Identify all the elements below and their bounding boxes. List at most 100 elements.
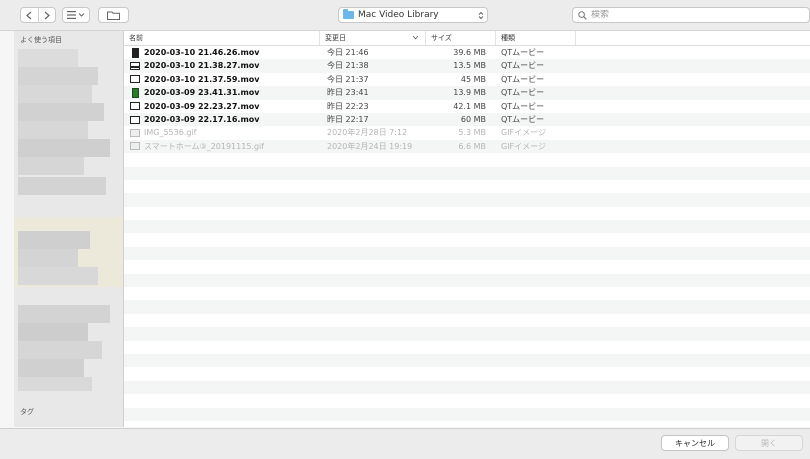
empty-row xyxy=(124,246,810,261)
movie-file-icon xyxy=(130,115,140,124)
empty-row xyxy=(124,180,810,193)
sidebar-item-redacted[interactable] xyxy=(18,305,110,323)
file-row[interactable]: 2020-03-09 23.41.31.mov 昨日 23:41 13.9 MB QT… xyxy=(124,86,810,100)
search-input[interactable] xyxy=(587,10,791,20)
back-button[interactable] xyxy=(21,8,38,22)
file-row[interactable]: 2020-03-10 21.38.27.mov 今日 21:38 13.5 MB QT… xyxy=(124,59,810,73)
sidebar-item-redacted[interactable] xyxy=(18,67,98,85)
file-date: 今日 21:46 xyxy=(327,48,369,57)
sidebar-item-redacted[interactable] xyxy=(18,139,110,157)
cancel-button[interactable]: キャンセル xyxy=(661,435,729,451)
empty-row xyxy=(124,260,810,273)
movie-file-icon xyxy=(130,62,140,71)
movie-file-icon xyxy=(130,75,140,84)
sidebar-item-redacted[interactable] xyxy=(18,85,92,103)
empty-row xyxy=(124,421,810,427)
file-name-text: 2020-03-09 22.23.27.mov xyxy=(144,101,260,111)
sidebar-item-redacted[interactable] xyxy=(18,103,104,121)
empty-row xyxy=(124,153,810,166)
column-header: 名前 変更日 サイズ 種類 xyxy=(124,31,810,46)
file-name: スマートホーム③_20191115.gif xyxy=(130,140,264,153)
image-file-icon xyxy=(130,129,140,138)
sidebar-item-redacted[interactable] xyxy=(18,377,92,391)
favorites-section-label: よく使う項目 xyxy=(20,36,62,44)
empty-row xyxy=(124,166,810,180)
file-name-text: 2020-03-10 21.38.27.mov xyxy=(144,61,260,71)
file-date: 昨日 22:17 xyxy=(327,114,369,124)
location-popup[interactable]: Mac Video Library xyxy=(338,7,488,23)
sidebar: よく使う項目 タグ xyxy=(14,31,124,427)
file-name: 2020-03-10 21.46.26.mov xyxy=(130,46,260,59)
file-row[interactable]: 2020-03-10 21.46.26.mov 今日 21:46 39.6 MB QT… xyxy=(124,46,810,59)
file-size: 45 MB xyxy=(460,74,486,84)
tags-section-label: タグ xyxy=(20,408,34,416)
file-kind: GIFイメージ xyxy=(501,128,546,138)
sidebar-item-redacted[interactable] xyxy=(18,231,90,249)
folder-icon xyxy=(107,11,120,20)
file-size: 5.3 MB xyxy=(458,128,486,138)
sidebar-item-redacted[interactable] xyxy=(18,249,78,267)
file-size: 6.6 MB xyxy=(458,141,486,151)
folder-icon xyxy=(343,9,354,19)
sidebar-item-redacted[interactable] xyxy=(18,121,88,139)
file-date: 2020年2月28日 7:12 xyxy=(327,128,408,138)
empty-row xyxy=(124,341,810,354)
nav-buttons xyxy=(20,7,56,23)
image-file-icon xyxy=(130,142,140,151)
file-row: スマートホーム③_20191115.gif 2020年2月24日 19:19 6.6… xyxy=(124,139,810,154)
file-date: 今日 21:38 xyxy=(327,61,369,71)
open-button[interactable]: 開く xyxy=(735,435,803,451)
file-name-text: 2020-03-09 23.41.31.mov xyxy=(144,88,260,98)
file-name: 2020-03-09 22.17.16.mov xyxy=(130,113,260,126)
file-date: 昨日 22:23 xyxy=(327,101,369,111)
column-kind-header[interactable]: 種類 xyxy=(496,31,576,45)
view-mode-button[interactable] xyxy=(62,7,90,23)
empty-row xyxy=(124,220,810,234)
sidebar-item-redacted[interactable] xyxy=(18,359,84,377)
sort-chevron-down-icon xyxy=(412,35,419,40)
location-label: Mac Video Library xyxy=(358,10,439,20)
file-name: 2020-03-09 23.41.31.mov xyxy=(130,86,260,99)
movie-file-icon xyxy=(132,87,139,98)
chevron-right-icon xyxy=(44,11,50,19)
empty-row xyxy=(124,327,810,341)
empty-row xyxy=(124,287,810,300)
sidebar-item-redacted[interactable] xyxy=(18,323,88,341)
file-row[interactable]: 2020-03-09 22.23.27.mov 昨日 22:23 42.1 MB QT… xyxy=(124,100,810,113)
column-date-header[interactable]: 変更日 xyxy=(320,31,426,45)
file-kind: QTムービー xyxy=(501,101,545,111)
forward-button[interactable] xyxy=(37,8,56,22)
empty-row xyxy=(124,207,810,220)
empty-row xyxy=(124,300,810,314)
search-field[interactable] xyxy=(572,7,810,23)
column-size-header[interactable]: サイズ xyxy=(426,31,496,45)
open-file-dialog: Mac Video Library よく使う項目 タグ 名前 xyxy=(0,0,810,459)
file-name-text: スマートホーム③_20191115.gif xyxy=(144,141,265,151)
new-folder-button[interactable] xyxy=(98,7,129,23)
file-kind: GIFイメージ xyxy=(501,141,546,151)
bottom-bar: キャンセル 開く xyxy=(0,428,810,459)
empty-row xyxy=(124,394,810,407)
sidebar-item-redacted[interactable] xyxy=(18,341,102,359)
file-row[interactable]: 2020-03-10 21.37.59.mov 今日 21:37 45 MB QTムー… xyxy=(124,73,810,86)
file-row[interactable]: 2020-03-09 22.17.16.mov 昨日 22:17 60 MB QTムー… xyxy=(124,112,810,127)
file-row: IMG_5536.gif 2020年2月28日 7:12 5.3 MB GIFイメージ xyxy=(124,126,810,139)
empty-row xyxy=(124,380,810,395)
sidebar-item-redacted[interactable] xyxy=(18,177,106,195)
empty-row xyxy=(124,273,810,288)
empty-row xyxy=(124,353,810,368)
file-size: 13.9 MB xyxy=(453,88,486,98)
sidebar-item-redacted[interactable] xyxy=(18,267,98,285)
search-icon xyxy=(578,10,587,20)
updown-chevron-icon xyxy=(475,11,487,20)
movie-file-icon xyxy=(130,102,140,111)
movie-file-icon xyxy=(132,47,139,58)
column-name-header[interactable]: 名前 xyxy=(124,31,320,45)
file-name: 2020-03-10 21.37.59.mov xyxy=(130,73,260,86)
sidebar-item-redacted[interactable] xyxy=(18,157,84,175)
empty-row xyxy=(124,193,810,207)
file-name: 2020-03-10 21.38.27.mov xyxy=(130,59,260,72)
file-date: 2020年2月24日 19:19 xyxy=(327,141,413,151)
sidebar-item-redacted[interactable] xyxy=(18,49,78,67)
file-size: 13.5 MB xyxy=(453,61,486,71)
